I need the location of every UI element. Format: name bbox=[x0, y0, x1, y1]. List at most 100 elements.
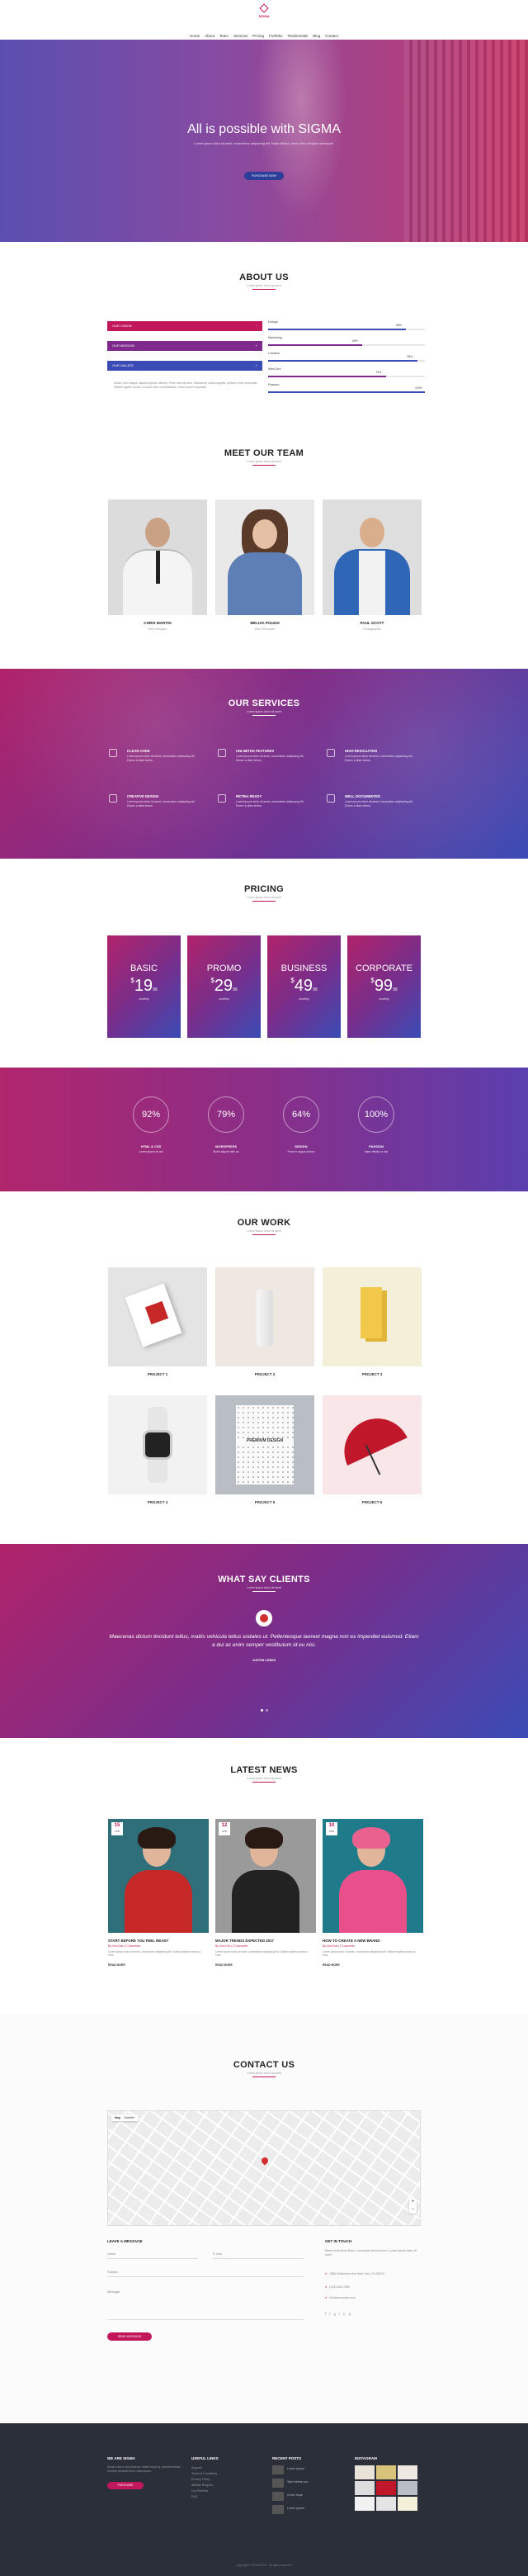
instagram-photo[interactable] bbox=[376, 2481, 396, 2495]
instagram-photo[interactable] bbox=[398, 2481, 417, 2495]
stat-value: 64% bbox=[291, 1110, 311, 1120]
map[interactable]: Map Satellite + − bbox=[107, 2110, 421, 2226]
about-tab-values[interactable]: OUR VALUES + bbox=[107, 361, 262, 371]
nav-team[interactable]: Team bbox=[219, 34, 229, 38]
nav-services[interactable]: Services bbox=[233, 34, 248, 38]
project-label[interactable]: PROJECT 3 bbox=[323, 1372, 422, 1376]
about-tab-vision[interactable]: OUR VISION − bbox=[107, 321, 262, 331]
pricing-card[interactable]: BUSINESS $4999 monthly bbox=[267, 935, 341, 1038]
plan-period: monthly bbox=[299, 997, 309, 1001]
plan-price: $2999 bbox=[187, 977, 261, 996]
subject-field[interactable]: Subject bbox=[107, 2267, 304, 2277]
read-more-link[interactable]: READ MORE bbox=[108, 1963, 125, 1967]
zoom-out-icon[interactable]: − bbox=[409, 2206, 417, 2214]
plan-price: $4999 bbox=[267, 977, 341, 996]
footer-purchase-button[interactable]: PURCHASE bbox=[107, 2482, 144, 2489]
hero-title: All is possible with SIGMA bbox=[187, 122, 341, 136]
service-icon bbox=[218, 794, 226, 803]
pricing-card[interactable]: PROMO $2999 monthly bbox=[187, 935, 261, 1038]
stat-value: 79% bbox=[216, 1110, 236, 1120]
footer-link[interactable]: FAQ bbox=[191, 2494, 249, 2500]
skill-value: 75% bbox=[375, 371, 382, 374]
nav-contact[interactable]: Contact bbox=[325, 34, 338, 38]
message-field[interactable]: Message bbox=[107, 2287, 304, 2320]
footer-post[interactable]: Lorem Ipsum bbox=[272, 2505, 338, 2516]
hero-button[interactable]: PURCHASE NOW bbox=[244, 172, 284, 180]
work-image-1[interactable] bbox=[108, 1267, 207, 1366]
linkedin-icon[interactable]: in bbox=[339, 2312, 349, 2316]
skill-bar-fill bbox=[268, 329, 407, 330]
read-more-link[interactable]: READ MORE bbox=[215, 1963, 233, 1967]
instagram-photo[interactable] bbox=[398, 2465, 417, 2479]
footer-link[interactable]: Affiliate Program bbox=[191, 2483, 249, 2488]
plus-icon: + bbox=[255, 343, 257, 348]
nav-pricing[interactable]: Pricing bbox=[252, 34, 264, 38]
service-icon bbox=[218, 749, 226, 757]
footer-link[interactable]: Privacy Policy bbox=[191, 2477, 249, 2483]
pinterest-icon[interactable]: p bbox=[349, 2312, 355, 2316]
instagram-photo[interactable] bbox=[355, 2481, 375, 2495]
work-image-3[interactable] bbox=[323, 1267, 422, 1366]
nav-testimonials[interactable]: Testimonials bbox=[288, 34, 309, 38]
logo[interactable]: SIGMA bbox=[252, 3, 276, 18]
service-desc: Lorem ipsum dolor sit amet, consectetur … bbox=[127, 800, 196, 807]
news-meta: By John Doe | 2 Comments bbox=[108, 1944, 140, 1948]
footer-post[interactable]: Start before you bbox=[272, 2479, 338, 2489]
news-subtitle: Lorem ipsum dolor sit amet bbox=[246, 1777, 282, 1780]
stat-desc: Proin in augue dictum bbox=[287, 1150, 315, 1153]
email-icon: ● bbox=[325, 2296, 328, 2299]
footer-link[interactable]: Our Partners bbox=[191, 2488, 249, 2494]
team-photo-3 bbox=[323, 500, 422, 615]
about-tab-mission[interactable]: OUR MISSION + bbox=[107, 341, 262, 351]
plan-period: monthly bbox=[379, 997, 389, 1001]
footer-link[interactable]: Support bbox=[191, 2465, 249, 2471]
read-more-link[interactable]: READ MORE bbox=[323, 1963, 340, 1967]
news-title[interactable]: HOW TO CREATE A NEW BRAND bbox=[323, 1939, 423, 1943]
price-value: 49 bbox=[294, 977, 314, 995]
skill-name: Web Dev bbox=[268, 367, 281, 371]
footer-post[interactable]: Lorem Ipsum bbox=[272, 2465, 338, 2476]
instagram-photo[interactable] bbox=[355, 2497, 375, 2511]
slider-dots[interactable] bbox=[261, 1709, 271, 1712]
instagram-photo[interactable] bbox=[355, 2465, 375, 2479]
project-label[interactable]: PROJECT 4 bbox=[108, 1500, 207, 1504]
dot-active[interactable] bbox=[261, 1709, 263, 1712]
footer-post[interactable]: A new hope bbox=[272, 2492, 338, 2503]
work-image-6[interactable] bbox=[323, 1395, 422, 1494]
project-label[interactable]: PROJECT 2 bbox=[215, 1372, 314, 1376]
nav-portfolio[interactable]: Portfolio bbox=[269, 34, 283, 38]
news-title[interactable]: MAJOR TRENDS EXPECTED 2017 bbox=[215, 1939, 316, 1943]
footer-link[interactable]: Terms & Conditions bbox=[191, 2471, 249, 2477]
news-title[interactable]: START BEFORE YOU FEEL READY bbox=[108, 1939, 209, 1943]
zoom-controls[interactable]: + − bbox=[409, 2199, 417, 2214]
work-image-2[interactable] bbox=[215, 1267, 314, 1366]
project-label[interactable]: PROJECT 5 bbox=[215, 1500, 314, 1504]
nav-home[interactable]: Home bbox=[190, 34, 200, 38]
work-image-5[interactable]: PREMIUM DESIGN bbox=[215, 1395, 314, 1494]
map-tab[interactable]: Map bbox=[115, 2116, 120, 2119]
news-image[interactable] bbox=[108, 1819, 209, 1933]
work-image-4[interactable] bbox=[108, 1395, 207, 1494]
map-pin-icon[interactable] bbox=[260, 2156, 270, 2166]
skill-name: Marketing bbox=[268, 336, 282, 339]
skill-bar-fill bbox=[268, 391, 425, 393]
zoom-in-icon[interactable]: + bbox=[409, 2199, 417, 2206]
send-button[interactable]: SEND MESSAGE bbox=[107, 2332, 152, 2341]
dot[interactable] bbox=[266, 1709, 268, 1712]
instagram-photo[interactable] bbox=[376, 2497, 396, 2511]
project-label[interactable]: PROJECT 6 bbox=[323, 1500, 422, 1504]
pricing-card[interactable]: BASIC $1999 monthly bbox=[107, 935, 181, 1038]
instagram-photo[interactable] bbox=[398, 2497, 417, 2511]
email-field[interactable]: E-mail bbox=[213, 2249, 304, 2259]
nav-blog[interactable]: Blog bbox=[313, 34, 320, 38]
nav-about[interactable]: About bbox=[205, 34, 214, 38]
instagram-photo[interactable] bbox=[376, 2465, 396, 2479]
name-field[interactable]: Name bbox=[107, 2249, 198, 2259]
news-image[interactable] bbox=[215, 1819, 316, 1933]
map-type-tabs[interactable]: Map Satellite bbox=[111, 2114, 138, 2121]
pricing-card[interactable]: CORPORATE $9999 monthly bbox=[347, 935, 421, 1038]
satellite-tab[interactable]: Satellite bbox=[124, 2116, 134, 2119]
news-image[interactable] bbox=[323, 1819, 423, 1933]
project-label[interactable]: PROJECT 1 bbox=[108, 1372, 207, 1376]
skill-value: 60% bbox=[352, 339, 358, 343]
